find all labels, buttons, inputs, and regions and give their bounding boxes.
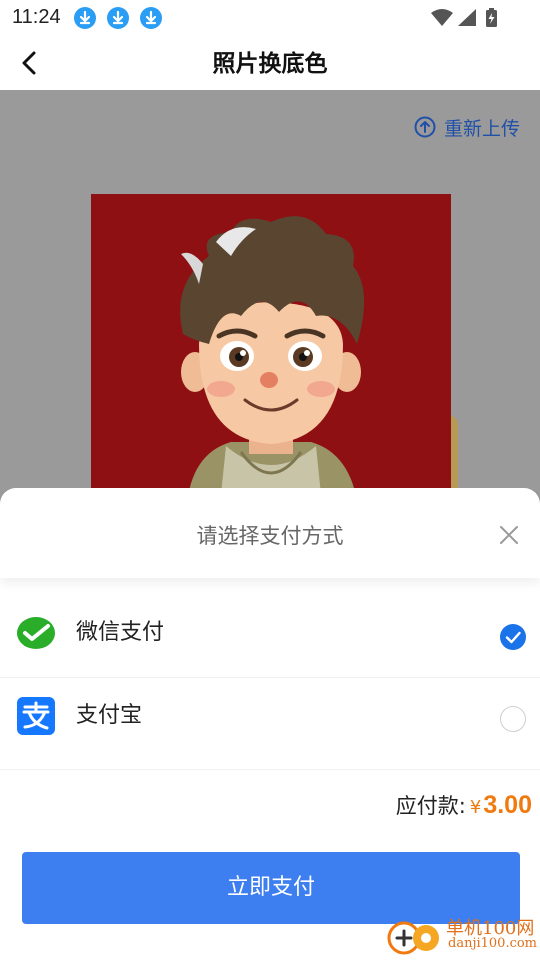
watermark-url: danji100.com bbox=[448, 936, 538, 951]
app-header: 照片换底色 bbox=[0, 36, 540, 90]
portrait-photo bbox=[91, 194, 451, 510]
radio-checked[interactable] bbox=[500, 624, 526, 650]
status-bar: 11:24 bbox=[0, 0, 540, 36]
amount-due: 应付款: ¥ 3.00 bbox=[396, 790, 532, 820]
alipay-icon bbox=[17, 697, 55, 735]
close-icon bbox=[500, 526, 518, 544]
payment-option-label: 支付宝 bbox=[76, 703, 143, 728]
close-button[interactable] bbox=[496, 522, 522, 548]
photo-preview-area: 重新上传 bbox=[0, 90, 540, 510]
payment-option-label: 微信支付 bbox=[76, 620, 165, 645]
payment-option-alipay[interactable]: 支付宝 bbox=[0, 680, 540, 770]
reupload-label: 重新上传 bbox=[443, 117, 520, 140]
checkmark-icon bbox=[505, 631, 521, 644]
system-status-icons bbox=[431, 8, 497, 27]
cartoon-boy-illustration bbox=[180, 216, 365, 510]
download-icon bbox=[107, 7, 129, 29]
page-title: 照片换底色 bbox=[212, 51, 328, 77]
signal-icon bbox=[458, 9, 476, 26]
danji100-logo-icon bbox=[387, 921, 439, 955]
amount-label: 应付款: bbox=[395, 794, 466, 818]
sheet-header: 请选择支付方式 bbox=[0, 488, 540, 578]
download-icon bbox=[140, 7, 162, 29]
amount-value: 3.00 bbox=[483, 791, 532, 819]
download-icon bbox=[74, 7, 96, 29]
payment-option-wechat[interactable]: 微信支付 bbox=[0, 588, 540, 678]
wechat-pay-icon bbox=[17, 617, 55, 649]
sheet-title: 请选择支付方式 bbox=[196, 524, 344, 548]
watermark: 单机100网 danji100.com bbox=[386, 914, 538, 958]
wifi-icon bbox=[431, 9, 453, 26]
status-time: 11:24 bbox=[12, 6, 61, 28]
currency-symbol: ¥ bbox=[469, 797, 482, 818]
reupload-button[interactable]: 重新上传 bbox=[414, 114, 520, 140]
upload-icon bbox=[414, 116, 436, 138]
radio-unchecked[interactable] bbox=[500, 706, 526, 732]
payment-sheet: 请选择支付方式 微信支付 支付宝 应付款: ¥ 3.00 立即支付 单机100网… bbox=[0, 488, 540, 960]
